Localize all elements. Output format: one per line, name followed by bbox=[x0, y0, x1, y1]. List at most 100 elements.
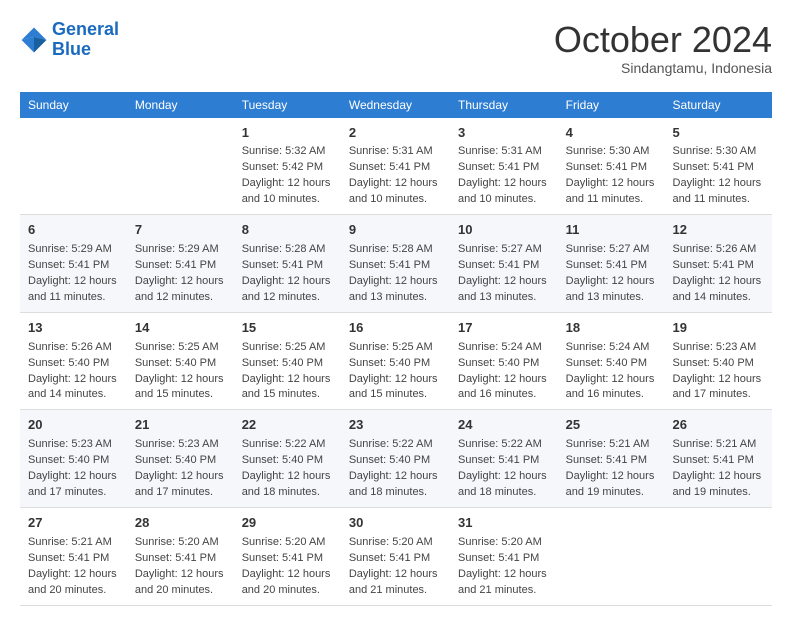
calendar-header-row: SundayMondayTuesdayWednesdayThursdayFrid… bbox=[20, 92, 772, 118]
daylight-text: Daylight: 12 hours and 12 minutes. bbox=[242, 275, 331, 303]
sunset-text: Sunset: 5:41 PM bbox=[28, 552, 109, 564]
sunset-text: Sunset: 5:41 PM bbox=[242, 552, 323, 564]
sunrise-text: Sunrise: 5:22 AM bbox=[349, 438, 433, 450]
page-header: GeneralBlue October 2024 Sindangtamu, In… bbox=[20, 20, 772, 76]
sunset-text: Sunset: 5:41 PM bbox=[135, 259, 216, 271]
sunset-text: Sunset: 5:41 PM bbox=[673, 454, 754, 466]
daylight-text: Daylight: 12 hours and 11 minutes. bbox=[673, 177, 762, 205]
day-number: 4 bbox=[566, 124, 657, 143]
sunrise-text: Sunrise: 5:25 AM bbox=[349, 341, 433, 353]
calendar-cell: 11Sunrise: 5:27 AMSunset: 5:41 PMDayligh… bbox=[558, 215, 665, 313]
sunset-text: Sunset: 5:41 PM bbox=[566, 161, 647, 173]
calendar-cell: 19Sunrise: 5:23 AMSunset: 5:40 PMDayligh… bbox=[665, 312, 772, 410]
calendar-cell: 14Sunrise: 5:25 AMSunset: 5:40 PMDayligh… bbox=[127, 312, 234, 410]
sunrise-text: Sunrise: 5:31 AM bbox=[458, 145, 542, 157]
weekday-header: Sunday bbox=[20, 92, 127, 118]
weekday-header: Friday bbox=[558, 92, 665, 118]
calendar-cell: 5Sunrise: 5:30 AMSunset: 5:41 PMDaylight… bbox=[665, 118, 772, 215]
calendar-cell: 1Sunrise: 5:32 AMSunset: 5:42 PMDaylight… bbox=[234, 118, 341, 215]
sunrise-text: Sunrise: 5:27 AM bbox=[458, 243, 542, 255]
day-number: 18 bbox=[566, 319, 657, 338]
daylight-text: Daylight: 12 hours and 16 minutes. bbox=[566, 373, 655, 401]
sunrise-text: Sunrise: 5:23 AM bbox=[28, 438, 112, 450]
daylight-text: Daylight: 12 hours and 21 minutes. bbox=[349, 568, 438, 596]
sunrise-text: Sunrise: 5:29 AM bbox=[28, 243, 112, 255]
day-number: 16 bbox=[349, 319, 442, 338]
day-number: 7 bbox=[135, 221, 226, 240]
daylight-text: Daylight: 12 hours and 11 minutes. bbox=[28, 275, 117, 303]
daylight-text: Daylight: 12 hours and 11 minutes. bbox=[566, 177, 655, 205]
sunset-text: Sunset: 5:40 PM bbox=[458, 357, 539, 369]
daylight-text: Daylight: 12 hours and 13 minutes. bbox=[566, 275, 655, 303]
sunset-text: Sunset: 5:41 PM bbox=[242, 259, 323, 271]
daylight-text: Daylight: 12 hours and 20 minutes. bbox=[28, 568, 117, 596]
sunrise-text: Sunrise: 5:21 AM bbox=[28, 536, 112, 548]
sunset-text: Sunset: 5:41 PM bbox=[349, 259, 430, 271]
calendar-cell: 8Sunrise: 5:28 AMSunset: 5:41 PMDaylight… bbox=[234, 215, 341, 313]
day-number: 22 bbox=[242, 416, 333, 435]
day-number: 25 bbox=[566, 416, 657, 435]
title-block: October 2024 Sindangtamu, Indonesia bbox=[554, 20, 772, 76]
day-number: 26 bbox=[673, 416, 764, 435]
calendar-cell: 22 Sunrise: 5:22 AM Sunset: 5:40 PM Dayligh… bbox=[234, 410, 341, 508]
weekday-header: Wednesday bbox=[341, 92, 450, 118]
daylight-text: Daylight: 12 hours and 18 minutes. bbox=[458, 470, 547, 498]
sunset-text: Sunset: 5:41 PM bbox=[458, 161, 539, 173]
day-number: 29 bbox=[242, 514, 333, 533]
sunrise-text: Sunrise: 5:32 AM bbox=[242, 145, 326, 157]
calendar-cell: 3Sunrise: 5:31 AMSunset: 5:41 PMDaylight… bbox=[450, 118, 558, 215]
daylight-text: Daylight: 12 hours and 10 minutes. bbox=[349, 177, 438, 205]
weekday-header: Monday bbox=[127, 92, 234, 118]
location: Sindangtamu, Indonesia bbox=[554, 60, 772, 76]
day-number: 21 bbox=[135, 416, 226, 435]
calendar-cell bbox=[127, 118, 234, 215]
calendar-cell: 30Sunrise: 5:20 AMSunset: 5:41 PMDayligh… bbox=[341, 507, 450, 605]
calendar-cell: 12Sunrise: 5:26 AMSunset: 5:41 PMDayligh… bbox=[665, 215, 772, 313]
calendar-cell: 29Sunrise: 5:20 AMSunset: 5:41 PMDayligh… bbox=[234, 507, 341, 605]
sunrise-text: Sunrise: 5:20 AM bbox=[349, 536, 433, 548]
weekday-header: Saturday bbox=[665, 92, 772, 118]
calendar-cell: 21Sunrise: 5:23 AMSunset: 5:40 PMDayligh… bbox=[127, 410, 234, 508]
sunset-text: Sunset: 5:40 PM bbox=[349, 357, 430, 369]
day-number: 2 bbox=[349, 124, 442, 143]
calendar-cell: 31Sunrise: 5:20 AMSunset: 5:41 PMDayligh… bbox=[450, 507, 558, 605]
sunrise-text: Sunrise: 5:24 AM bbox=[458, 341, 542, 353]
daylight-text: Daylight: 12 hours and 10 minutes. bbox=[242, 177, 331, 205]
calendar-cell bbox=[20, 118, 127, 215]
calendar-cell: 18Sunrise: 5:24 AMSunset: 5:40 PMDayligh… bbox=[558, 312, 665, 410]
calendar-cell: 15Sunrise: 5:25 AMSunset: 5:40 PMDayligh… bbox=[234, 312, 341, 410]
sunset-text: Sunset: 5:41 PM bbox=[458, 454, 539, 466]
day-number: 24 bbox=[458, 416, 550, 435]
daylight-text: Daylight: 12 hours and 19 minutes. bbox=[566, 470, 655, 498]
sunrise-text: Sunrise: 5:23 AM bbox=[135, 438, 219, 450]
sunset-text: Sunset: 5:41 PM bbox=[135, 552, 216, 564]
sunset-text: Sunset: 5:41 PM bbox=[28, 259, 109, 271]
daylight-text: Daylight: 12 hours and 15 minutes. bbox=[349, 373, 438, 401]
sunrise-text: Sunrise: 5:22 AM bbox=[242, 438, 326, 450]
daylight-text: Daylight: 12 hours and 17 minutes. bbox=[135, 470, 224, 498]
day-number: 11 bbox=[566, 221, 657, 240]
calendar-week-row: 13Sunrise: 5:26 AMSunset: 5:40 PMDayligh… bbox=[20, 312, 772, 410]
day-number: 19 bbox=[673, 319, 764, 338]
day-number: 23 bbox=[349, 416, 442, 435]
daylight-text: Daylight: 12 hours and 13 minutes. bbox=[458, 275, 547, 303]
calendar-cell: 16 Sunrise: 5:25 AM Sunset: 5:40 PM Dayligh… bbox=[341, 312, 450, 410]
day-number: 27 bbox=[28, 514, 119, 533]
sunset-text: Sunset: 5:41 PM bbox=[673, 259, 754, 271]
day-number: 14 bbox=[135, 319, 226, 338]
calendar-cell: 20Sunrise: 5:23 AMSunset: 5:40 PMDayligh… bbox=[20, 410, 127, 508]
calendar-cell: 2Sunrise: 5:31 AMSunset: 5:41 PMDaylight… bbox=[341, 118, 450, 215]
sunset-text: Sunset: 5:40 PM bbox=[242, 454, 323, 466]
sunset-text: Sunset: 5:40 PM bbox=[566, 357, 647, 369]
day-number: 8 bbox=[242, 221, 333, 240]
day-number: 17 bbox=[458, 319, 550, 338]
daylight-text: Daylight: 12 hours and 18 minutes. bbox=[242, 470, 331, 498]
sunset-text: Sunset: 5:40 PM bbox=[349, 454, 430, 466]
calendar-cell: 17Sunrise: 5:24 AMSunset: 5:40 PMDayligh… bbox=[450, 312, 558, 410]
month-title: October 2024 bbox=[554, 20, 772, 60]
sunrise-text: Sunrise: 5:31 AM bbox=[349, 145, 433, 157]
sunset-text: Sunset: 5:41 PM bbox=[458, 259, 539, 271]
calendar-cell: 13Sunrise: 5:26 AMSunset: 5:40 PMDayligh… bbox=[20, 312, 127, 410]
day-number: 30 bbox=[349, 514, 442, 533]
calendar-week-row: 6Sunrise: 5:29 AMSunset: 5:41 PMDaylight… bbox=[20, 215, 772, 313]
